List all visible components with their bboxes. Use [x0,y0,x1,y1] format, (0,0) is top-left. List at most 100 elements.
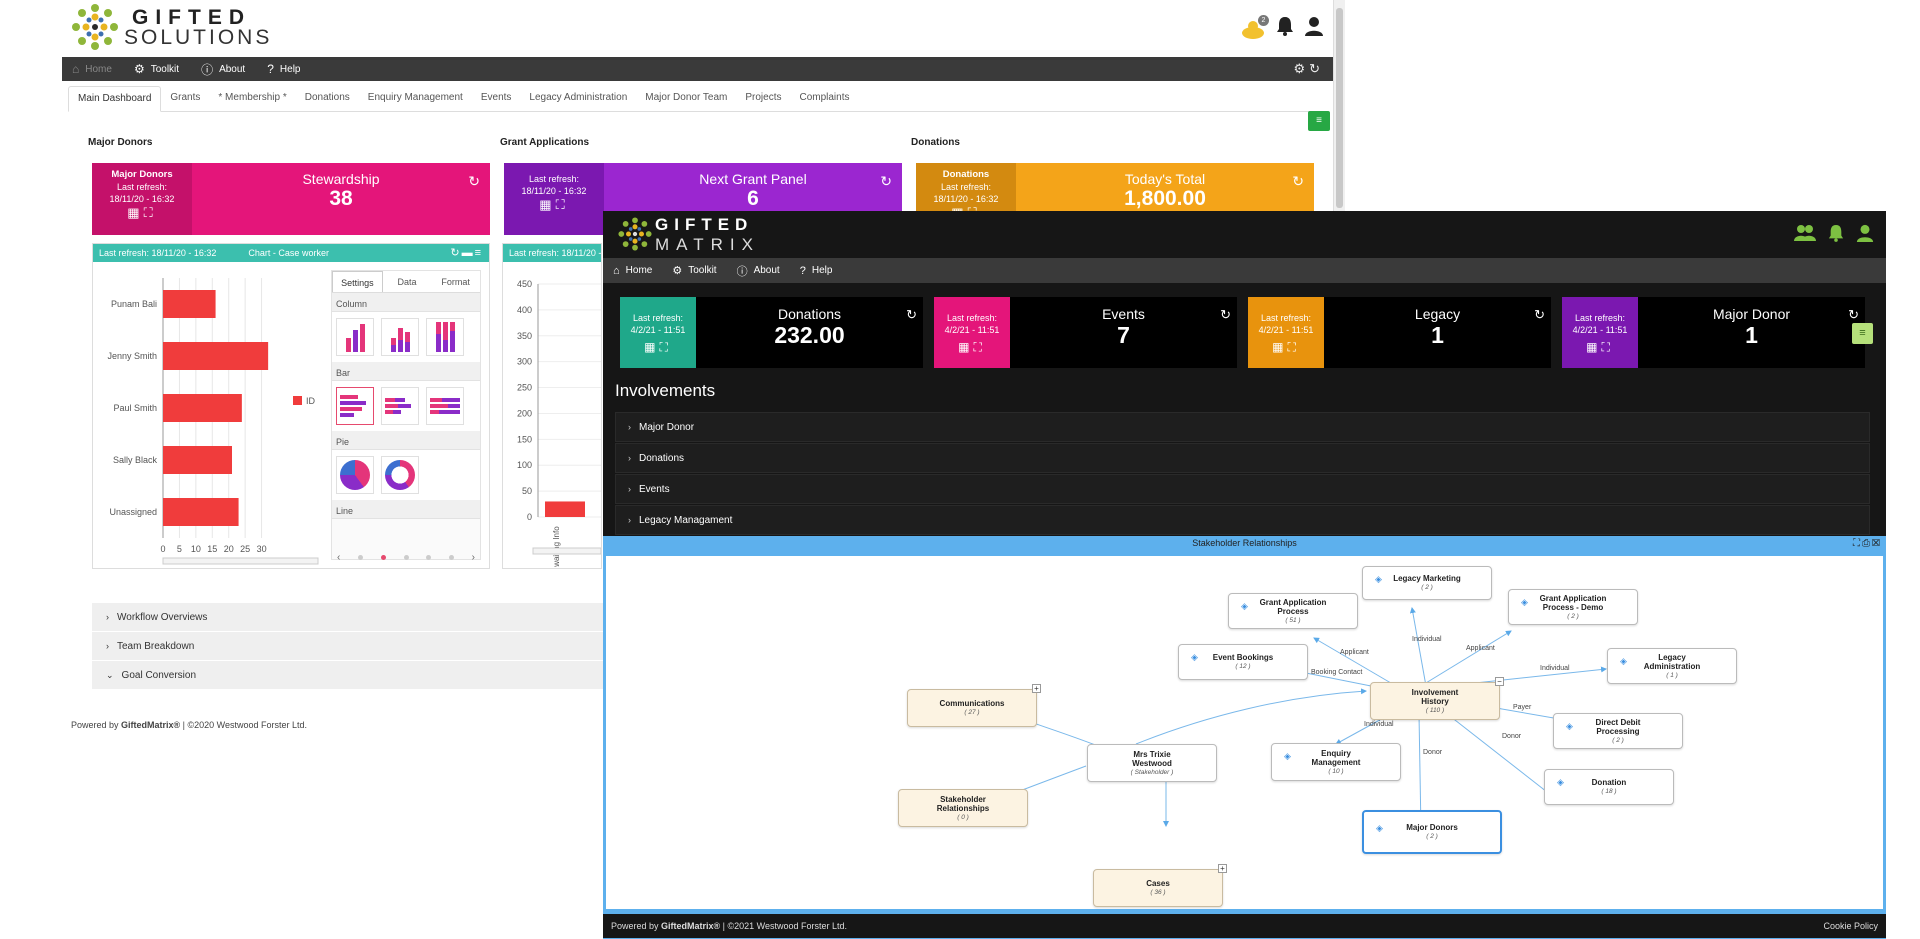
next-icon[interactable]: › [472,552,475,563]
node-direct-debit-processing[interactable]: ◈ Direct Debit Processing( 2 ) [1553,713,1683,749]
node-legacy-marketing[interactable]: ◈ Legacy Marketing( 2 ) [1362,566,1492,600]
pager-dot-active[interactable] [380,554,386,560]
grid-icon[interactable]: ▦ [644,340,659,354]
pager-dot[interactable] [426,554,432,560]
scrollbar-thumb[interactable] [1336,8,1343,208]
node-donation[interactable]: ◈ Donation( 18 ) [1544,769,1674,805]
kpi-refresh-label: Last refresh: [528,174,580,184]
tab-data[interactable]: Data [383,271,432,292]
print-icon[interactable]: ⎙ [1862,538,1872,549]
refresh-icon[interactable]: ↻ [1534,307,1545,323]
tab-settings[interactable]: Settings [332,271,383,292]
refresh-icon[interactable]: ↻ [1220,307,1231,323]
refresh-icon[interactable]: ↻ [1848,307,1859,323]
node-major-donors[interactable]: ◈ Major Donors( 2 ) [1362,810,1502,854]
refresh-icon[interactable]: ↻ [880,173,892,190]
tab-complaints[interactable]: Complaints [790,86,858,111]
accordion-major-donor[interactable]: › Major Donor [615,412,1870,442]
nav-toolkit[interactable]: ⚙ Toolkit [672,264,716,277]
accordion-legacy-management[interactable]: › Legacy Managament [615,505,1870,535]
accordion-workflow-overviews[interactable]: › Workflow Overviews [92,603,612,632]
nav-help[interactable]: ? Help [800,265,833,277]
stakeholder-notification-icon[interactable]: 2 [1240,14,1269,39]
refresh-icon[interactable]: ↻ [1309,61,1324,76]
expand-icon[interactable]: ⛶ [659,340,671,354]
y-tick-label: 300 [517,357,532,367]
accordion-events[interactable]: › Events [615,474,1870,504]
grid-icon[interactable]: ▦ [958,340,973,354]
tab-projects[interactable]: Projects [736,86,790,111]
users-icon[interactable] [1794,224,1816,247]
tab-major-donor-team[interactable]: Major Donor Team [636,86,736,111]
expand-icon[interactable]: ⛶ [556,197,569,212]
pager-dot[interactable] [448,554,454,560]
node-stakeholder-relationships[interactable]: Stakeholder Relationships( 0 ) [898,789,1028,827]
accordion-donations[interactable]: › Donations [615,443,1870,473]
nav-about[interactable]: ⓘ About [201,61,245,78]
node-grant-application-demo[interactable]: ◈ Grant Application Process - Demo( 2 ) [1508,589,1638,625]
pager-dot[interactable] [403,554,409,560]
stacked-bar-option[interactable] [381,387,419,425]
node-legacy-administration[interactable]: ◈ Legacy Administration( 1 ) [1607,648,1737,684]
user-icon[interactable] [1304,16,1324,41]
node-enquiry-management[interactable]: ◈ Enquiry Management( 10 ) [1271,743,1401,781]
nav-help[interactable]: ? Help [267,62,300,76]
fullscreen-icon[interactable]: ⛶ [1853,538,1862,549]
column-chart-option[interactable] [336,318,374,356]
refresh-icon[interactable]: ↻ [468,173,480,190]
nav-toolkit[interactable]: ⚙ Toolkit [134,62,179,76]
tab-membership[interactable]: * Membership * [209,86,295,111]
expand-icon[interactable]: ⛶ [973,340,985,354]
node-mrs-trixie-westwood[interactable]: Mrs Trixie Westwood( Stakeholder ) [1087,744,1217,782]
tab-enquiry-management[interactable]: Enquiry Management [359,86,472,111]
node-communications[interactable]: + Communications( 27 ) [907,684,1041,727]
expand-icon[interactable]: ⛶ [1287,340,1299,354]
menu-button[interactable]: ≡ [1308,111,1330,131]
menu-button[interactable]: ≡ [1852,323,1873,344]
tab-grants[interactable]: Grants [161,86,209,111]
node-grant-application-process[interactable]: ◈ Grant Application Process( 51 ) [1228,593,1358,629]
tab-main-dashboard[interactable]: Main Dashboard [68,86,162,112]
grid-icon[interactable]: ▦ [539,197,555,212]
refresh-icon[interactable]: ↻ [906,307,917,323]
grid-icon[interactable]: ▦ [127,205,143,220]
refresh-icon[interactable]: ↻ [1292,173,1304,190]
pie-chart-option[interactable] [336,456,374,494]
bell-icon[interactable] [1828,224,1844,247]
user-icon[interactable] [1856,224,1874,247]
node-event-bookings[interactable]: ◈ Event Bookings( 12 ) [1178,644,1308,680]
tab-events[interactable]: Events [472,86,521,111]
tab-donations[interactable]: Donations [296,86,359,111]
grid-icon[interactable]: ▦ [1586,340,1601,354]
accordion-team-breakdown[interactable]: › Team Breakdown [92,632,612,661]
expand-icon[interactable]: + [1032,684,1041,693]
doughnut-chart-option[interactable] [381,456,419,494]
refresh-icon[interactable]: ↻ [450,247,461,259]
percent-column-option[interactable] [426,318,464,356]
bar-chart-option[interactable] [336,387,374,425]
menu-icon[interactable]: ≡ [475,247,483,259]
gear-icon[interactable]: ⚙ [1293,61,1309,76]
node-cases[interactable]: + Cases( 36 ) [1093,864,1227,907]
tab-legacy-administration[interactable]: Legacy Administration [520,86,636,111]
collapse-icon[interactable]: − [1495,677,1504,686]
prev-icon[interactable]: ‹ [337,552,340,563]
stacked-column-option[interactable] [381,318,419,356]
pager-dot[interactable] [358,554,364,560]
nav-home[interactable]: ⌂ Home [72,62,112,76]
expand-icon[interactable]: + [1218,864,1227,873]
chart-icon[interactable]: ▬ [462,247,475,259]
tab-format[interactable]: Format [431,271,480,292]
expand-icon[interactable]: ⛶ [144,205,157,220]
percent-bar-option[interactable] [426,387,464,425]
node-title: Cases [1146,879,1170,888]
grid-icon[interactable]: ▦ [1272,340,1287,354]
accordion-goal-conversion[interactable]: ⌄ Goal Conversion [92,661,612,690]
nav-home[interactable]: ⌂ Home [613,265,652,277]
nav-about[interactable]: ⓘ About [737,263,780,279]
close-icon[interactable]: ☒ [1872,538,1882,549]
bell-icon[interactable] [1276,16,1294,41]
node-involvement-history[interactable]: − Involvement History( 110 ) [1370,677,1504,720]
expand-icon[interactable]: ⛶ [1601,340,1613,354]
cookie-policy-link[interactable]: Cookie Policy [1823,921,1878,931]
